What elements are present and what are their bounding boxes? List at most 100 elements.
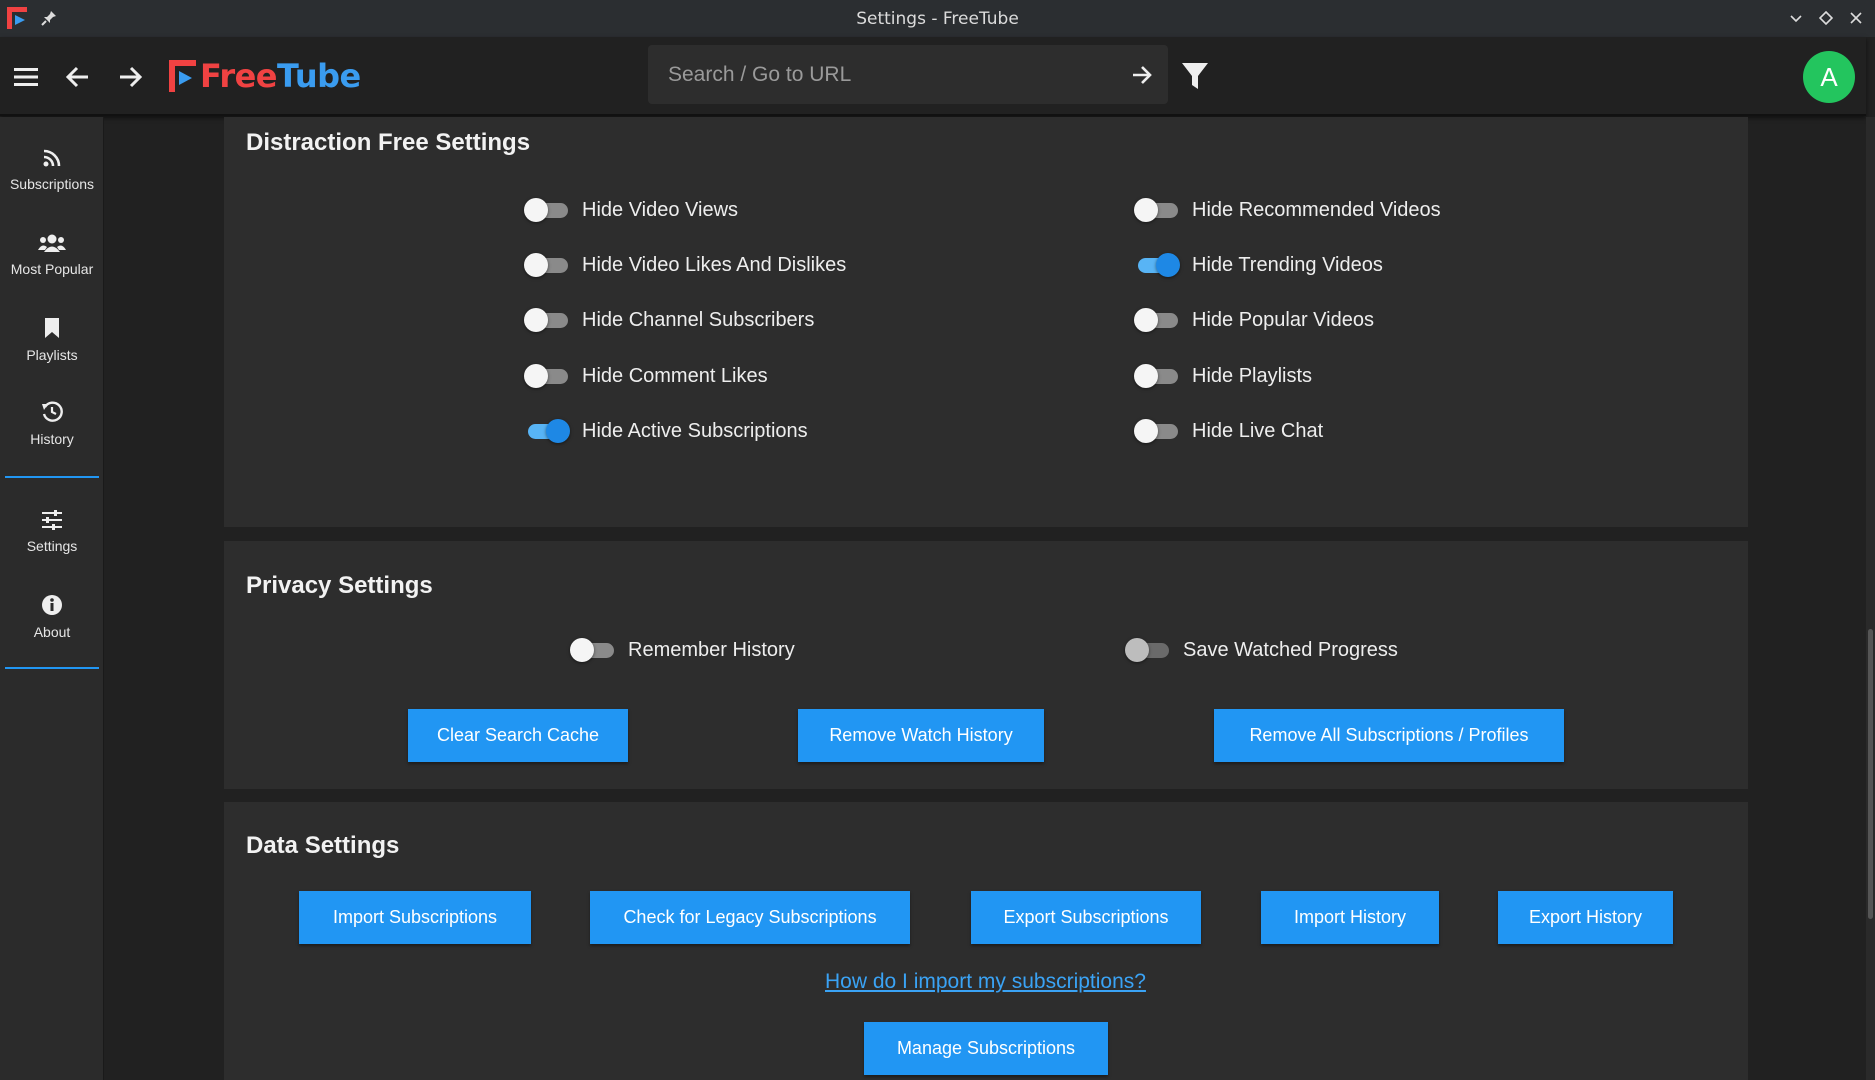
- toggle-hide-active-subscriptions[interactable]: Hide Active Subscriptions: [524, 416, 808, 446]
- section-title: Distraction Free Settings: [246, 129, 531, 156]
- remove-all-subscriptions-button[interactable]: Remove All Subscriptions / Profiles: [1214, 709, 1564, 762]
- sidebar-item-subscriptions[interactable]: Subscriptions: [0, 131, 104, 209]
- distraction-free-settings-card: Distraction Free Settings Hide Video Vie…: [224, 117, 1748, 527]
- sidebar-item-label: Playlists: [26, 347, 78, 363]
- sidebar-item-history[interactable]: History: [0, 385, 104, 463]
- arrow-right-icon: [1133, 66, 1152, 84]
- menu-toggle-button[interactable]: [8, 59, 44, 95]
- hamburger-icon: [14, 68, 38, 86]
- freetube-logo[interactable]: Free Tube: [168, 56, 361, 96]
- toggle-label: Hide Video Views: [582, 198, 739, 221]
- toggle-switch[interactable]: [524, 306, 570, 334]
- toggle-label: Hide Video Likes And Dislikes: [582, 253, 847, 276]
- toggle-label: Hide Popular Videos: [1192, 308, 1374, 331]
- toggle-label: Hide Live Chat: [1192, 419, 1324, 442]
- export-history-button[interactable]: Export History: [1498, 891, 1673, 944]
- toggle-label: Hide Playlists: [1192, 364, 1313, 387]
- page-scrollbar[interactable]: [1866, 117, 1875, 1080]
- toggle-switch[interactable]: [524, 251, 570, 279]
- toggle-hide-live-chat[interactable]: Hide Live Chat: [1134, 416, 1323, 446]
- filter-icon: [1182, 63, 1208, 89]
- window-titlebar: Settings - FreeTube: [0, 0, 1875, 37]
- clear-search-cache-button[interactable]: Clear Search Cache: [408, 709, 628, 762]
- search-filter-button[interactable]: [1178, 58, 1212, 94]
- sidebar-item-label: Subscriptions: [9, 176, 95, 192]
- logo-text-tube: Tube: [277, 57, 361, 95]
- users-icon: [38, 234, 66, 252]
- back-button[interactable]: [60, 59, 96, 95]
- sidebar-divider: [5, 667, 99, 669]
- section-title: Privacy Settings: [246, 572, 433, 599]
- close-window-icon[interactable]: [1846, 8, 1866, 28]
- toggle-switch[interactable]: [1134, 251, 1180, 279]
- toggle-hide-video-likes-dislikes[interactable]: Hide Video Likes And Dislikes: [524, 250, 846, 280]
- toggle-label: Hide Active Subscriptions: [582, 419, 808, 442]
- toggle-switch[interactable]: [570, 636, 616, 664]
- toggle-hide-video-views[interactable]: Hide Video Views: [524, 195, 738, 225]
- window-title: Settings - FreeTube: [856, 8, 1019, 29]
- import-help-link[interactable]: How do I import my subscriptions?: [825, 970, 1146, 994]
- side-nav: Subscriptions Most Popular Playlists His…: [0, 117, 104, 1080]
- toggle-label: Hide Trending Videos: [1192, 253, 1383, 276]
- search-bar: [648, 45, 1168, 104]
- sidebar-item-playlists[interactable]: Playlists: [0, 301, 104, 379]
- freetube-logo-icon: [169, 60, 196, 92]
- scrollbar-thumb[interactable]: [1868, 629, 1873, 919]
- sidebar-item-label: Settings: [26, 538, 78, 554]
- sidebar-divider: [5, 476, 99, 478]
- toggle-hide-playlists[interactable]: Hide Playlists: [1134, 361, 1312, 391]
- toggle-label: Hide Recommended Videos: [1192, 198, 1441, 221]
- toggle-hide-popular-videos[interactable]: Hide Popular Videos: [1134, 305, 1374, 335]
- bookmark-icon: [45, 318, 59, 338]
- forward-button[interactable]: [112, 59, 148, 95]
- rss-icon: [43, 149, 61, 167]
- toggle-label: Hide Comment Likes: [582, 364, 768, 387]
- arrow-left-icon: [65, 66, 88, 88]
- toggle-switch[interactable]: [524, 362, 570, 390]
- toggle-switch[interactable]: [1125, 636, 1171, 664]
- toggle-switch[interactable]: [524, 196, 570, 224]
- manage-subscriptions-button[interactable]: Manage Subscriptions: [864, 1022, 1108, 1075]
- logo-text-free: Free: [200, 57, 278, 95]
- top-nav: FreeTube A: [0, 37, 1866, 116]
- sidebar-item-label: Most Popular: [10, 261, 94, 277]
- toggle-remember-history[interactable]: Remember History: [570, 635, 795, 665]
- toggle-switch[interactable]: [1134, 196, 1180, 224]
- toggle-switch[interactable]: [1134, 362, 1180, 390]
- sidebar-item-most-popular[interactable]: Most Popular: [0, 216, 104, 294]
- toggle-save-watched-progress[interactable]: Save Watched Progress: [1125, 635, 1398, 665]
- toggle-hide-channel-subscribers[interactable]: Hide Channel Subscribers: [524, 305, 814, 335]
- pin-icon[interactable]: [40, 9, 58, 27]
- search-input[interactable]: [648, 45, 1168, 104]
- toggle-switch[interactable]: [1134, 306, 1180, 334]
- toggle-label: Save Watched Progress: [1183, 638, 1398, 661]
- sliders-icon: [42, 510, 62, 530]
- toggle-switch[interactable]: [1134, 417, 1180, 445]
- data-settings-card: Data Settings Import Subscriptions Check…: [224, 802, 1748, 1080]
- arrow-right-icon: [120, 66, 143, 88]
- freetube-app-icon: [7, 7, 27, 29]
- import-history-button[interactable]: Import History: [1261, 891, 1439, 944]
- toggle-hide-comment-likes[interactable]: Hide Comment Likes: [524, 361, 768, 391]
- export-subscriptions-button[interactable]: Export Subscriptions: [971, 891, 1201, 944]
- section-title: Data Settings: [246, 832, 400, 859]
- maximize-window-icon[interactable]: [1816, 8, 1836, 28]
- minimize-window-icon[interactable]: [1786, 8, 1806, 28]
- toggle-switch[interactable]: [524, 417, 570, 445]
- toggle-label: Hide Channel Subscribers: [582, 308, 815, 331]
- sidebar-item-label: History: [30, 431, 74, 447]
- sidebar-item-about[interactable]: About: [0, 578, 104, 656]
- remove-watch-history-button[interactable]: Remove Watch History: [798, 709, 1044, 762]
- check-legacy-subscriptions-button[interactable]: Check for Legacy Subscriptions: [590, 891, 910, 944]
- history-icon: [42, 401, 63, 422]
- toggle-hide-trending-videos[interactable]: Hide Trending Videos: [1134, 250, 1383, 280]
- info-icon: [42, 595, 62, 615]
- toggle-hide-recommended-videos[interactable]: Hide Recommended Videos: [1134, 195, 1441, 225]
- profile-avatar[interactable]: A: [1803, 51, 1855, 103]
- sidebar-item-label: About: [33, 624, 71, 640]
- search-go-button[interactable]: [1124, 57, 1160, 93]
- sidebar-item-settings[interactable]: Settings: [0, 493, 104, 571]
- import-subscriptions-button[interactable]: Import Subscriptions: [299, 891, 531, 944]
- toggle-label: Remember History: [628, 638, 795, 661]
- privacy-settings-card: Privacy Settings Remember History Save W…: [224, 541, 1748, 789]
